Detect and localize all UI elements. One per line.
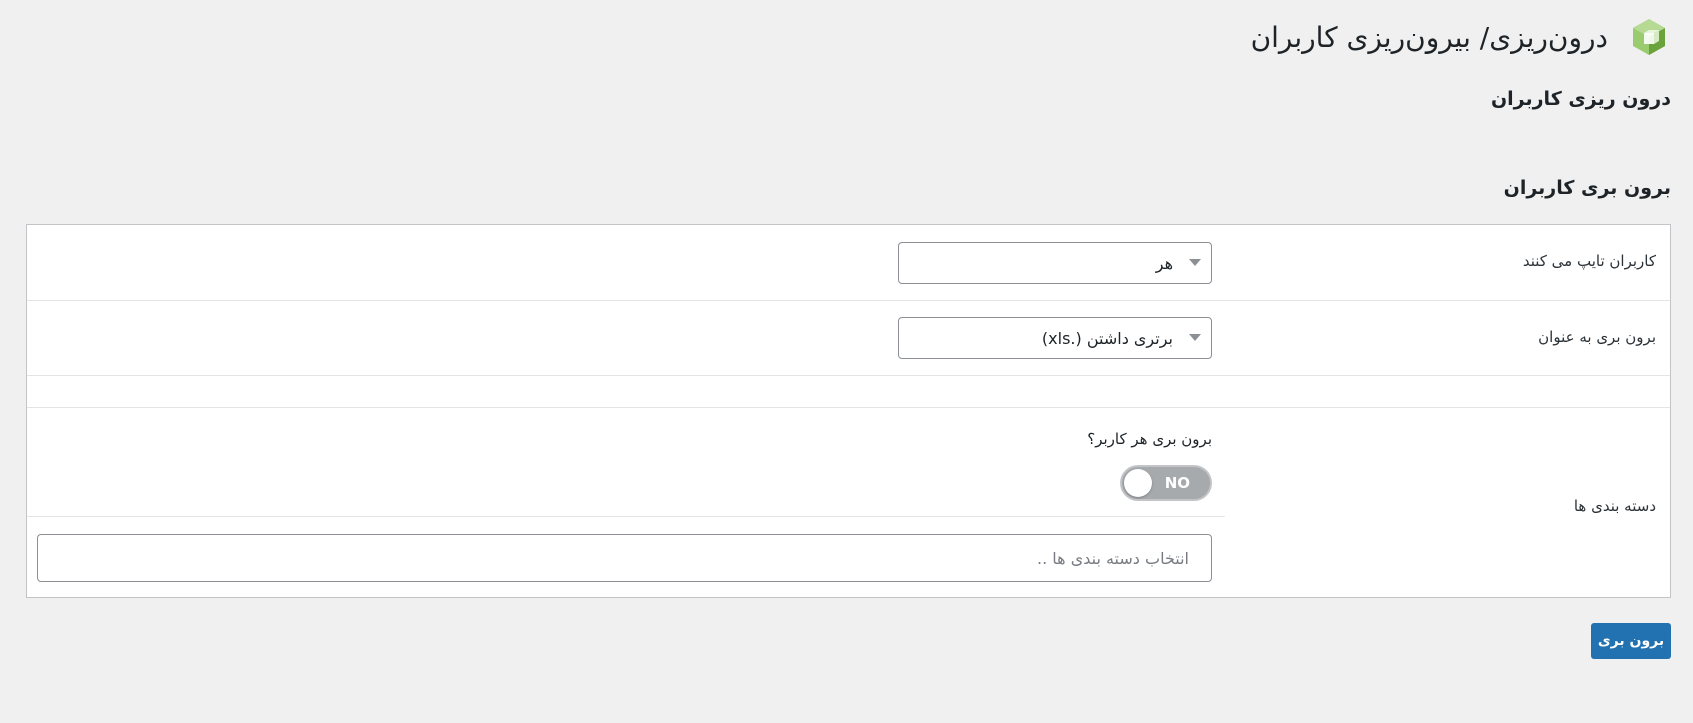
- categories-row: دسته بندی ها برون بری هر کاربر؟ NO: [27, 408, 1670, 598]
- user-types-selected-value: هر: [1155, 253, 1173, 273]
- user-types-label: کاربران تایپ می کنند: [1522, 252, 1656, 270]
- page-header: درون‌ریزی/ بیرون‌ریزی کاربران: [1251, 14, 1668, 60]
- export-section-title: برون بری کاربران: [1503, 177, 1671, 199]
- export-form-table: کاربران تایپ می کنند هر برون بری به عنوا…: [26, 224, 1671, 598]
- export-button[interactable]: برون بری: [1591, 623, 1671, 659]
- import-section-title: درون ریزی کاربران: [1490, 88, 1671, 110]
- export-format-selected-value: برتری داشتن (.xls): [1041, 328, 1173, 348]
- chevron-down-icon: [1189, 334, 1201, 341]
- toggle-state-text: NO: [1164, 474, 1190, 492]
- export-each-user-label: برون بری هر کاربر؟: [1087, 430, 1212, 448]
- export-format-label: برون بری به عنوان: [1538, 328, 1656, 346]
- page: درون‌ریزی/ بیرون‌ریزی کاربران درون ریزی …: [0, 0, 1693, 723]
- categories-label: دسته بندی ها: [1573, 497, 1656, 515]
- export-format-row: برون بری به عنوان برتری داشتن (.xls): [27, 301, 1670, 376]
- chevron-down-icon: [1189, 259, 1201, 266]
- divider: [27, 516, 1225, 517]
- empty-row: [27, 376, 1670, 408]
- toggle-knob: [1124, 469, 1152, 497]
- page-title: درون‌ریزی/ بیرون‌ریزی کاربران: [1250, 20, 1608, 54]
- categories-select-input[interactable]: [37, 534, 1212, 582]
- export-format-select[interactable]: برتری داشتن (.xls): [898, 317, 1212, 359]
- user-types-row: کاربران تایپ می کنند هر: [27, 225, 1670, 301]
- export-each-user-toggle[interactable]: NO: [1120, 465, 1212, 501]
- green-cube-icon: [1630, 16, 1668, 58]
- user-types-select[interactable]: هر: [898, 242, 1212, 284]
